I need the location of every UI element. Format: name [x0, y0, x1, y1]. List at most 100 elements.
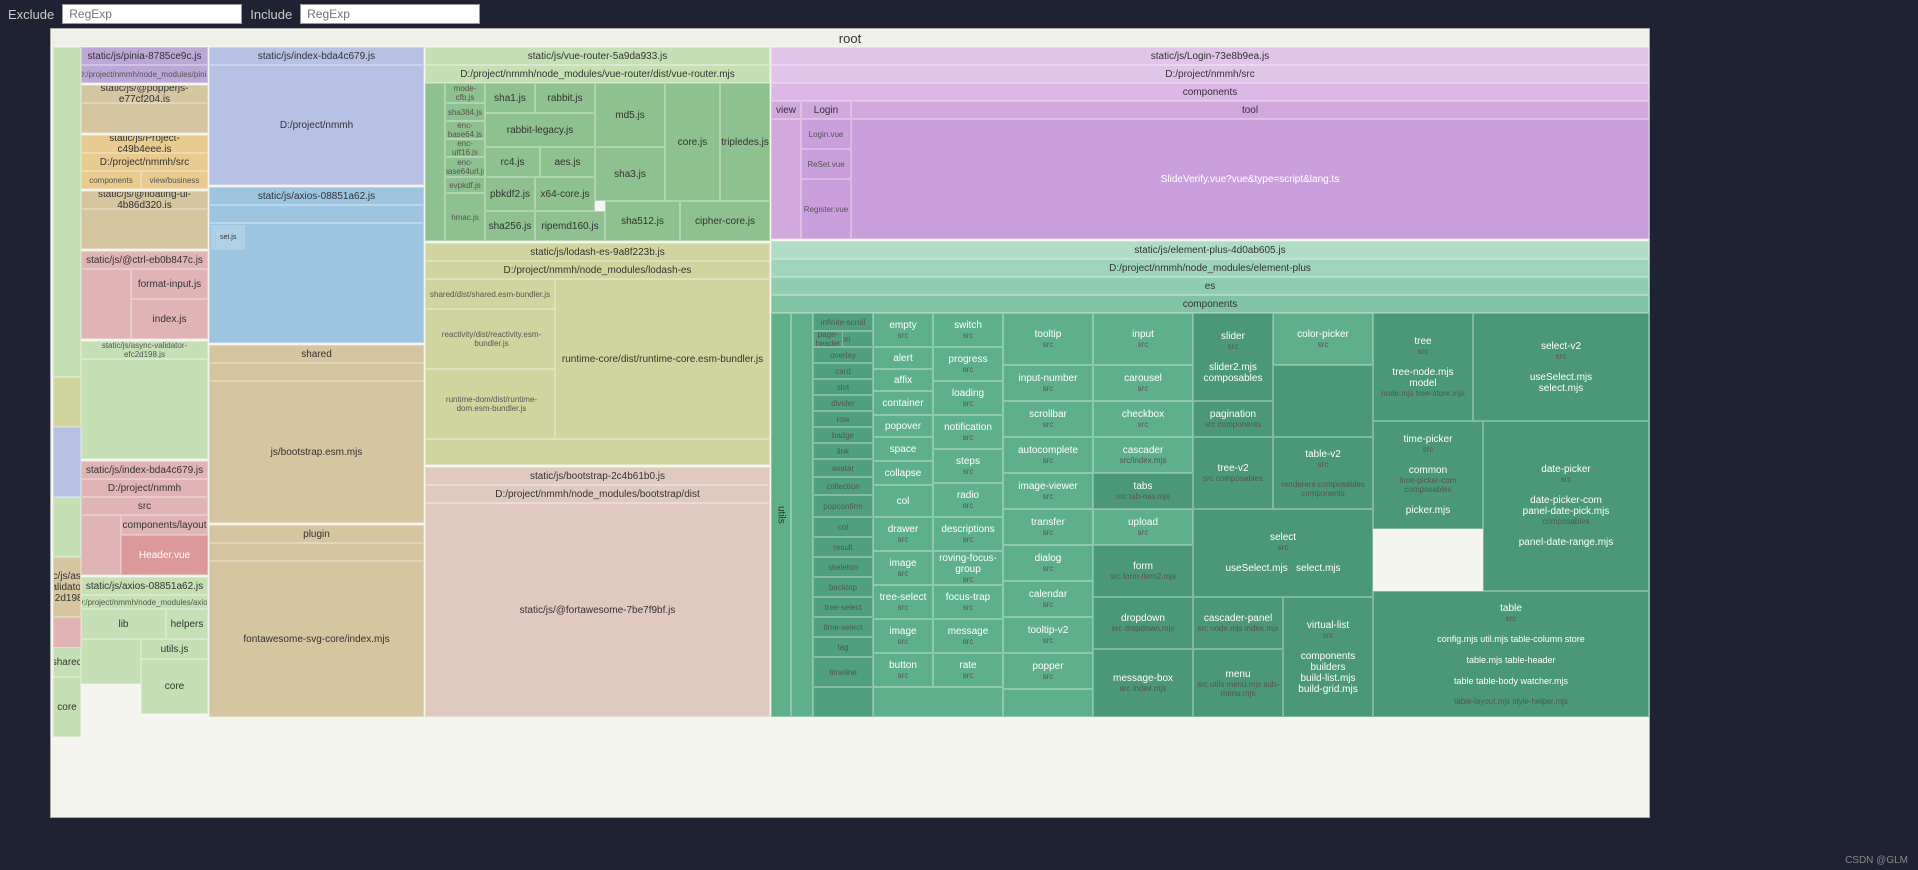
ep-skeleton[interactable]: skeleton: [813, 557, 873, 577]
cell-lodash-body[interactable]: set.js: [209, 223, 424, 343]
ep-collection[interactable]: collection: [813, 477, 873, 495]
cell-login-path[interactable]: D:/project/nmmh/src: [771, 65, 1649, 83]
cell-crypto[interactable]: static/js/vue-router-5a9da933.js: [425, 47, 770, 65]
cell-vue[interactable]: static/js/lodash-es-9a8f223b.js: [425, 243, 770, 261]
ep-link[interactable]: link: [813, 443, 873, 459]
cell-fa-body[interactable]: fontawesome-svg-core/index.mjs: [209, 561, 424, 717]
ep-checkbox[interactable]: checkboxsrc: [1093, 401, 1193, 437]
cell-header[interactable]: Header.vue: [121, 535, 208, 575]
cell-es[interactable]: es: [771, 277, 1649, 295]
cell-lib[interactable]: lib: [81, 609, 166, 639]
crypto-sha512[interactable]: sha512.js: [605, 201, 680, 241]
cell-vuerouter[interactable]: static/js/index-bda4c679.js: [209, 47, 424, 65]
cell-crypto-path[interactable]: D:/project/nmmh/node_modules/vue-router/…: [425, 65, 770, 83]
vue-reactivity[interactable]: reactivity/dist/reactivity.esm-bundler.j…: [425, 309, 555, 369]
vue-dom[interactable]: runtime-dom/dist/runtime-dom.esm-bundler…: [425, 369, 555, 439]
ep-imgviewer[interactable]: image-viewersrc: [1003, 473, 1093, 509]
crypto-hmac[interactable]: hmac.js: [445, 193, 485, 241]
cell-project-path[interactable]: D:/project/nmmh/src: [81, 153, 208, 171]
crypto-rabbitleg[interactable]: rabbit-legacy.js: [485, 113, 595, 147]
cell-lodash[interactable]: static/js/axios-08851a62.js: [209, 187, 424, 205]
ep-msgbox[interactable]: message-boxsrc index.mjs: [1093, 649, 1193, 717]
ep-divider[interactable]: divider: [813, 395, 873, 411]
ep-timesel[interactable]: time-select: [813, 617, 873, 637]
cell-index-path[interactable]: D:/project/nmmh: [81, 479, 208, 497]
cell-elp-icons-path[interactable]: D:/project/nmmh/node_modules/bootstrap/d…: [425, 485, 770, 503]
ep-card[interactable]: card: [813, 363, 873, 379]
crypto-x64[interactable]: x64-core.js: [535, 177, 595, 211]
ep-avatar[interactable]: avatar: [813, 459, 873, 477]
ep-datepicker[interactable]: date-pickersrcdate-picker-companel-date-…: [1483, 421, 1649, 591]
ep-tooltip[interactable]: tooltipsrc: [1003, 313, 1093, 365]
ep-bottom[interactable]: [813, 687, 873, 717]
ep-result[interactable]: result: [813, 537, 873, 557]
cell-utils-col[interactable]: utils: [771, 313, 791, 717]
ep-vlist[interactable]: virtual-listsrccomponentsbuildersbuild-l…: [1283, 597, 1373, 717]
ep-tablev2[interactable]: table-v2srcrenderers composables compone…: [1273, 437, 1373, 509]
cell-bootstrap[interactable]: shared: [209, 345, 424, 363]
ep-scrollbar[interactable]: scrollbarsrc: [1003, 401, 1093, 437]
vue-runtime[interactable]: runtime-core/dist/runtime-core.esm-bundl…: [555, 279, 770, 439]
cell-tool[interactable]: tool: [851, 101, 1649, 119]
ep-treev2[interactable]: tree-v2src composables: [1193, 437, 1273, 509]
cell-tiny-left[interactable]: [53, 47, 81, 377]
cell-view-b[interactable]: [771, 119, 801, 239]
include-input[interactable]: [300, 4, 480, 24]
ep-tooltipv2[interactable]: tooltip-v2src: [1003, 617, 1093, 653]
cell-plugin[interactable]: static/js/async-validator-efc2d198.js: [53, 557, 81, 617]
crypto-core[interactable]: core.js: [665, 83, 720, 201]
crypto-evp[interactable]: evpkdf.js: [445, 177, 485, 193]
crypto-aes[interactable]: aes.js: [540, 147, 595, 177]
ep-loading[interactable]: loadingsrc: [933, 381, 1003, 415]
exclude-input[interactable]: [62, 4, 242, 24]
crypto-cipher[interactable]: cipher-core.js: [680, 201, 770, 241]
ep-slot[interactable]: slot: [813, 379, 873, 395]
ep-tree[interactable]: treesrctree-node.mjsmodelnode.mjs tree-s…: [1373, 313, 1473, 421]
crypto-rc4[interactable]: rc4.js: [485, 147, 540, 177]
ep-alert[interactable]: alert: [873, 347, 933, 369]
ep-inputnum[interactable]: input-numbersrc: [1003, 365, 1093, 401]
ep-rate[interactable]: ratesrc: [933, 653, 1003, 687]
crypto-rabbit[interactable]: rabbit.js: [535, 83, 595, 113]
cell-core2[interactable]: core: [141, 659, 208, 714]
ep-calendar[interactable]: calendarsrc: [1003, 581, 1093, 617]
crypto-pbk[interactable]: pbkdf2.js: [485, 177, 535, 211]
ep-image2[interactable]: imagesrc: [873, 619, 933, 653]
crypto-sha256[interactable]: sha256.js: [485, 211, 535, 241]
cell-elp-icons-hdr[interactable]: static/js/bootstrap-2c4b61b0.js: [425, 467, 770, 485]
cell-ctrl-a[interactable]: [81, 269, 131, 339]
cell-vue-path[interactable]: D:/project/nmmh/node_modules/lodash-es: [425, 261, 770, 279]
ep-infscroll[interactable]: infinite-scroll: [813, 313, 873, 331]
ep-treesel2[interactable]: tree-selectsrc: [873, 585, 933, 619]
ep-colorpicker2[interactable]: [1273, 365, 1373, 437]
ep-bottom2[interactable]: [873, 687, 1003, 717]
cell-loginvue[interactable]: Login.vue: [801, 119, 851, 149]
ep-container[interactable]: container: [873, 391, 933, 415]
cell-fa-path[interactable]: [209, 543, 424, 561]
cell-format[interactable]: format-input.js: [131, 269, 208, 299]
ep-image[interactable]: imagesrc: [873, 551, 933, 585]
ep-focustrap[interactable]: focus-trapsrc: [933, 585, 1003, 619]
cell-elp-path[interactable]: D:/project/nmmh/node_modules/element-plu…: [771, 259, 1649, 277]
ep-overlay[interactable]: overlay: [813, 347, 873, 363]
ep-steps[interactable]: stepssrc: [933, 449, 1003, 483]
ep-menu[interactable]: menusrc utils menu.mjs sub-menu.mjs: [1193, 649, 1283, 717]
ep-affix[interactable]: affix: [873, 369, 933, 391]
ep-treesel[interactable]: tree-select: [813, 597, 873, 617]
ep-form[interactable]: formsrc form-item2.mjs: [1093, 545, 1193, 597]
cell-login-comp[interactable]: components: [771, 83, 1649, 101]
ep-timepicker[interactable]: time-pickersrccommontime-picker-com comp…: [1373, 421, 1483, 529]
cell-ctrl[interactable]: static/js/@ctrl-eb0b847c.js: [81, 251, 208, 269]
ep-switch[interactable]: switchsrc: [933, 313, 1003, 347]
cell-view[interactable]: view/business: [141, 171, 208, 189]
ep-colorpicker[interactable]: color-pickersrc: [1273, 313, 1373, 365]
ep-select[interactable]: selectsrcuseSelect.mjs select.mjs: [1193, 509, 1373, 597]
cell-layout[interactable]: components/layout: [121, 515, 208, 535]
cell-async-body[interactable]: [81, 359, 208, 459]
cell-fa[interactable]: plugin: [209, 525, 424, 543]
ep-table[interactable]: tablesrcconfig.mjs util.mjs table-column…: [1373, 591, 1649, 717]
ep-input[interactable]: inputsrc: [1093, 313, 1193, 365]
cell-a1[interactable]: [81, 639, 141, 684]
crypto-utf16[interactable]: enc-utf16.js: [445, 139, 485, 157]
cell-components[interactable]: components: [81, 171, 141, 189]
